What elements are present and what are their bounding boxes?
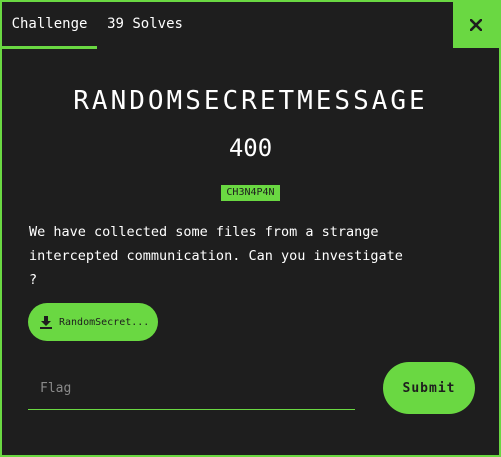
submit-button[interactable]: Submit — [383, 362, 475, 414]
close-button[interactable] — [453, 2, 499, 48]
tab-solves-label: 39 Solves — [107, 16, 183, 32]
tab-solves[interactable]: 39 Solves — [102, 2, 188, 46]
close-icon — [470, 19, 482, 31]
flag-input[interactable] — [28, 368, 355, 410]
challenge-description: We have collected some files from a stra… — [29, 224, 403, 288]
challenge-tag: CH3N4P4N — [221, 185, 280, 201]
download-icon — [39, 315, 53, 329]
challenge-title: RANDOMSECRETMESSAGE — [73, 86, 428, 116]
challenge-modal: Challenge 39 Solves RANDOMSECRETMESSAGE … — [0, 0, 501, 457]
file-name-label: RandomSecret... — [59, 316, 150, 328]
download-file-button[interactable]: RandomSecret... — [28, 303, 158, 341]
tab-challenge[interactable]: Challenge — [2, 2, 97, 49]
tag-container: CH3N4P4N — [2, 180, 499, 201]
tab-challenge-label: Challenge — [11, 16, 88, 32]
challenge-points: 400 — [228, 134, 273, 162]
modal-tabs: Challenge 39 Solves — [2, 2, 499, 49]
